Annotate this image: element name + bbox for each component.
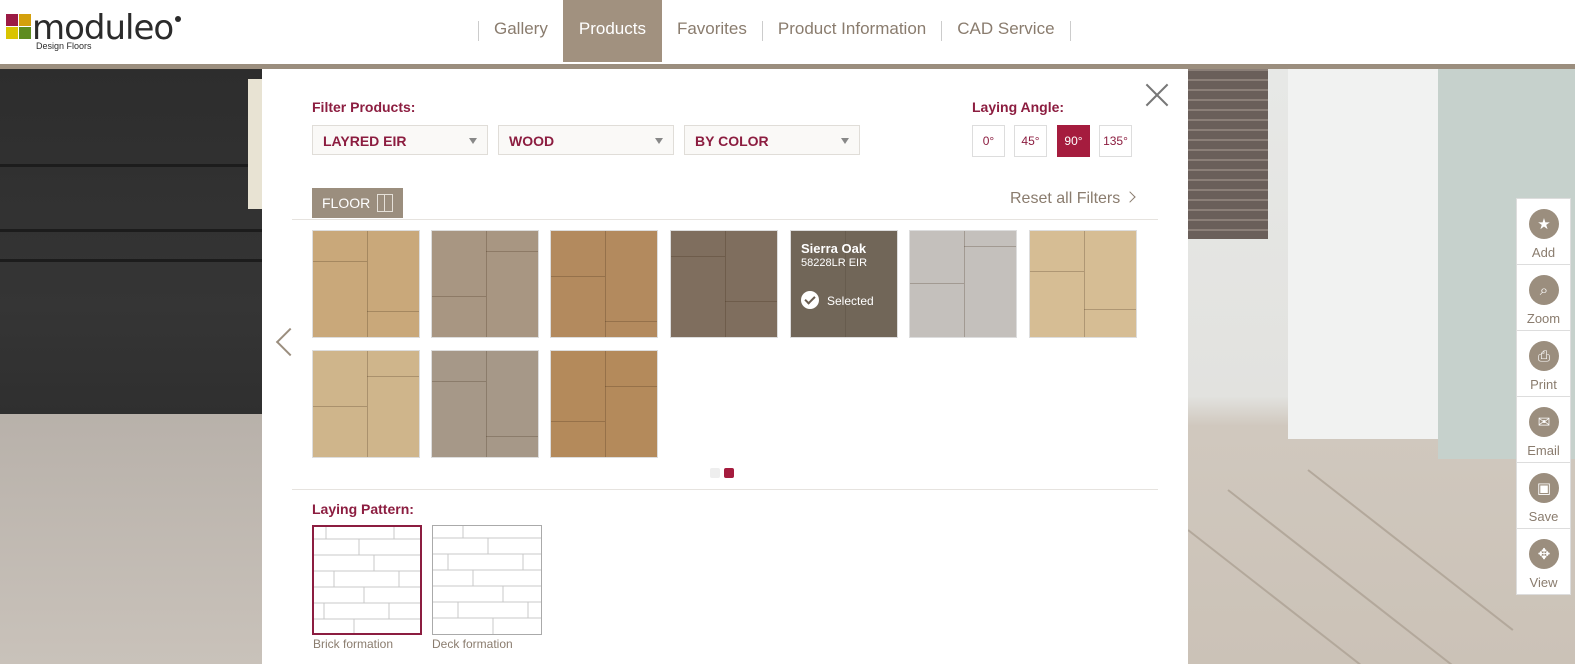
right-toolbar: ★ Add ⌕ Zoom ⎙ Print ✉ Email ▣ Save ✥ Vi… <box>1516 198 1571 595</box>
floor-swatch[interactable] <box>550 350 658 458</box>
chevron-left-icon[interactable] <box>275 327 305 357</box>
zoom-button[interactable]: ⌕ Zoom <box>1517 265 1570 331</box>
magnifier-icon: ⌕ <box>1529 275 1559 305</box>
envelope-icon: ✉ <box>1529 407 1559 437</box>
chevron-down-icon <box>469 138 477 144</box>
brick-pattern-option[interactable] <box>312 525 422 635</box>
expand-icon: ✥ <box>1529 539 1559 569</box>
floor-swatch[interactable] <box>431 230 539 338</box>
deck-pattern-option[interactable] <box>432 525 542 635</box>
floor-tab[interactable]: FLOOR <box>312 188 403 218</box>
deck-formation-label: Deck formation <box>432 637 513 651</box>
swatch-product-code: 58228LR EIR <box>801 257 868 269</box>
site-header: moduleo Design Floors Gallery Products F… <box>0 0 1575 69</box>
logo-tagline: Design Floors <box>36 41 92 51</box>
logo-squares-icon <box>6 14 32 40</box>
star-icon: ★ <box>1529 209 1559 239</box>
nav-products[interactable]: Products <box>562 0 662 62</box>
save-button[interactable]: ▣ Save <box>1517 463 1570 529</box>
nav-product-information[interactable]: Product Information <box>763 0 941 62</box>
collection-select[interactable]: LAYRED EIR <box>312 125 488 155</box>
nav-favorites[interactable]: Favorites <box>662 0 762 62</box>
chevron-down-icon <box>655 138 663 144</box>
floor-swatch[interactable] <box>670 230 778 338</box>
chevron-down-icon <box>841 138 849 144</box>
close-icon[interactable] <box>1145 83 1169 107</box>
floor-swatch[interactable] <box>550 230 658 338</box>
angle-135-button[interactable]: 135° <box>1099 125 1132 157</box>
add-button[interactable]: ★ Add <box>1517 199 1570 265</box>
moduleo-logo[interactable]: moduleo Design Floors <box>6 8 186 54</box>
room-left-cabinet <box>0 69 262 664</box>
brick-pattern-icon <box>314 527 420 633</box>
save-icon: ▣ <box>1529 473 1559 503</box>
color-select[interactable]: BY COLOR <box>684 125 860 155</box>
main-nav: Gallery Products Favorites Product Infor… <box>478 0 1071 62</box>
floor-swatch[interactable] <box>431 350 539 458</box>
print-button[interactable]: ⎙ Print <box>1517 331 1570 397</box>
laying-angle-label: Laying Angle: <box>972 99 1065 115</box>
angle-90-button[interactable]: 90° <box>1057 125 1090 157</box>
view-button[interactable]: ✥ View <box>1517 529 1570 594</box>
chevron-right-icon <box>1124 191 1136 203</box>
floor-swatch-selected[interactable]: Sierra Oak 58228LR EIR Selected <box>790 230 898 338</box>
deck-pattern-icon <box>433 526 541 634</box>
material-select[interactable]: WOOD <box>498 125 674 155</box>
selected-overlay: Sierra Oak 58228LR EIR Selected <box>791 231 897 337</box>
floor-swatch[interactable] <box>909 230 1017 338</box>
swatch-product-name: Sierra Oak <box>801 241 867 256</box>
pagination <box>710 468 734 478</box>
floor-swatch[interactable] <box>1029 230 1137 338</box>
nav-cad-service[interactable]: CAD Service <box>942 0 1069 62</box>
brick-formation-label: Brick formation <box>313 637 394 651</box>
angle-45-button[interactable]: 45° <box>1014 125 1047 157</box>
floor-swatch[interactable] <box>312 350 420 458</box>
floor-plank-icon <box>377 194 393 212</box>
page-dot-2[interactable] <box>724 468 734 478</box>
page-dot-1[interactable] <box>710 468 720 478</box>
printer-icon: ⎙ <box>1529 341 1559 371</box>
checkmark-icon <box>801 291 819 309</box>
angle-0-button[interactable]: 0° <box>972 125 1005 157</box>
floor-swatch[interactable] <box>312 230 420 338</box>
laying-pattern-label: Laying Pattern: <box>312 501 414 517</box>
product-selector-modal: Filter Products: LAYRED EIR WOOD BY COLO… <box>262 69 1188 664</box>
selected-status: Selected <box>827 294 874 308</box>
email-button[interactable]: ✉ Email <box>1517 397 1570 463</box>
reset-filters-link[interactable]: Reset all Filters <box>1010 190 1136 208</box>
filter-products-label: Filter Products: <box>312 99 416 115</box>
nav-gallery[interactable]: Gallery <box>479 0 563 62</box>
